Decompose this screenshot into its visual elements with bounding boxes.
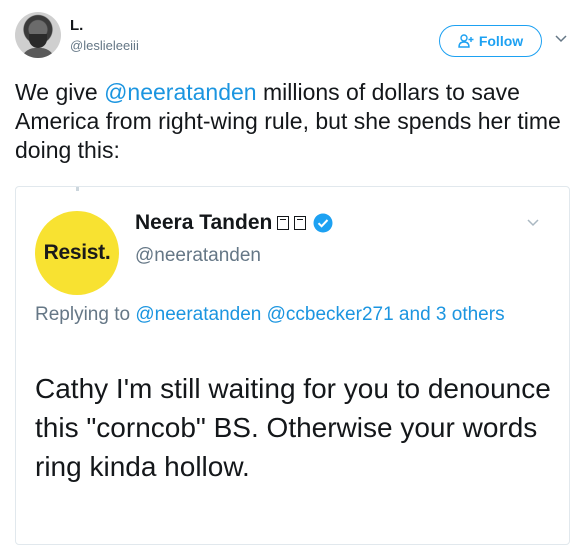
tweet-card: L. @leslieleeiii Follow We give @neerata… xyxy=(0,0,584,553)
quoted-display-name[interactable]: Neera Tanden xyxy=(135,211,272,235)
quoted-handle[interactable]: @neeratanden xyxy=(135,245,261,267)
quoted-tweet-text: Cathy I'm still waiting for you to denou… xyxy=(35,373,551,482)
chevron-down-icon[interactable] xyxy=(553,31,569,47)
author-handle[interactable]: @leslieleeiii xyxy=(70,38,139,53)
tweet-text: We give @neeratanden millions of dollars… xyxy=(15,78,570,165)
quote-connector xyxy=(76,187,79,191)
flag-icon xyxy=(294,216,307,230)
author-display-name[interactable]: L. xyxy=(70,17,83,34)
quoted-avatar-text: Resist. xyxy=(43,241,111,264)
tweet-mention-link[interactable]: @neeratanden xyxy=(104,79,257,105)
flag-icon xyxy=(277,216,290,230)
replying-others-link[interactable]: 3 others xyxy=(436,304,505,325)
tweet-text-before: We give xyxy=(15,79,105,105)
author-avatar[interactable] xyxy=(15,12,61,58)
follow-button[interactable]: Follow xyxy=(439,25,542,57)
replying-and: and xyxy=(393,304,436,325)
replying-prefix: Replying to xyxy=(35,304,136,325)
avatar-shirt xyxy=(21,48,55,58)
replying-mention-link[interactable]: @neeratanden xyxy=(135,304,261,325)
replying-mention-link[interactable]: @ccbecker271 xyxy=(267,304,394,325)
avatar-beard xyxy=(29,34,47,48)
follow-button-label: Follow xyxy=(478,33,524,49)
verified-badge-icon xyxy=(313,213,333,233)
add-user-icon xyxy=(458,34,474,48)
quoted-name-row: Neera Tanden xyxy=(135,211,333,235)
replying-to: Replying to @neeratanden @ccbecker271 an… xyxy=(35,300,555,329)
chevron-down-icon[interactable] xyxy=(525,215,541,231)
quoted-tweet[interactable]: Resist. Neera Tanden @neeratanden Replyi… xyxy=(15,186,570,545)
quoted-avatar[interactable]: Resist. xyxy=(35,211,119,295)
